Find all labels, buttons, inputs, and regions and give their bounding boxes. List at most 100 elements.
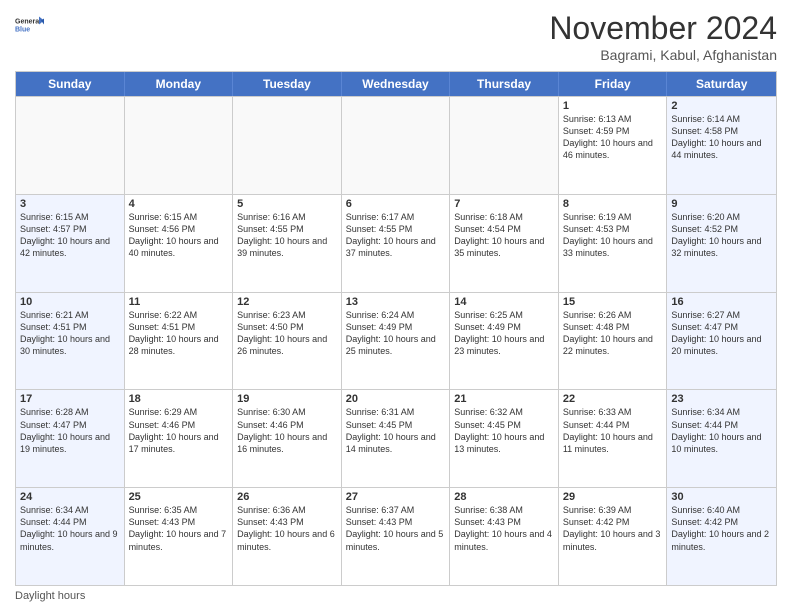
cal-cell: 3Sunrise: 6:15 AM Sunset: 4:57 PM Daylig…: [16, 195, 125, 292]
day-info: Sunrise: 6:34 AM Sunset: 4:44 PM Dayligh…: [671, 406, 772, 455]
day-number: 29: [563, 491, 663, 503]
cal-header-cell-monday: Monday: [125, 72, 234, 96]
cal-cell: [342, 97, 451, 194]
day-number: 9: [671, 198, 772, 210]
day-info: Sunrise: 6:22 AM Sunset: 4:51 PM Dayligh…: [129, 309, 229, 358]
day-info: Sunrise: 6:14 AM Sunset: 4:58 PM Dayligh…: [671, 113, 772, 162]
day-info: Sunrise: 6:29 AM Sunset: 4:46 PM Dayligh…: [129, 406, 229, 455]
cal-week-4: 24Sunrise: 6:34 AM Sunset: 4:44 PM Dayli…: [16, 487, 776, 585]
day-info: Sunrise: 6:34 AM Sunset: 4:44 PM Dayligh…: [20, 504, 120, 553]
cal-cell: 8Sunrise: 6:19 AM Sunset: 4:53 PM Daylig…: [559, 195, 668, 292]
day-info: Sunrise: 6:16 AM Sunset: 4:55 PM Dayligh…: [237, 211, 337, 260]
day-info: Sunrise: 6:27 AM Sunset: 4:47 PM Dayligh…: [671, 309, 772, 358]
day-number: 14: [454, 296, 554, 308]
cal-cell: 5Sunrise: 6:16 AM Sunset: 4:55 PM Daylig…: [233, 195, 342, 292]
cal-cell: 26Sunrise: 6:36 AM Sunset: 4:43 PM Dayli…: [233, 488, 342, 585]
header: GeneralBlue November 2024 Bagrami, Kabul…: [15, 10, 777, 63]
day-info: Sunrise: 6:15 AM Sunset: 4:56 PM Dayligh…: [129, 211, 229, 260]
day-number: 7: [454, 198, 554, 210]
day-number: 3: [20, 198, 120, 210]
day-number: 22: [563, 393, 663, 405]
cal-cell: 25Sunrise: 6:35 AM Sunset: 4:43 PM Dayli…: [125, 488, 234, 585]
cal-week-3: 17Sunrise: 6:28 AM Sunset: 4:47 PM Dayli…: [16, 389, 776, 487]
cal-header-cell-thursday: Thursday: [450, 72, 559, 96]
day-info: Sunrise: 6:39 AM Sunset: 4:42 PM Dayligh…: [563, 504, 663, 553]
month-title: November 2024: [549, 10, 777, 47]
cal-cell: 19Sunrise: 6:30 AM Sunset: 4:46 PM Dayli…: [233, 390, 342, 487]
cal-cell: 24Sunrise: 6:34 AM Sunset: 4:44 PM Dayli…: [16, 488, 125, 585]
day-info: Sunrise: 6:19 AM Sunset: 4:53 PM Dayligh…: [563, 211, 663, 260]
cal-cell: 18Sunrise: 6:29 AM Sunset: 4:46 PM Dayli…: [125, 390, 234, 487]
day-number: 13: [346, 296, 446, 308]
day-number: 24: [20, 491, 120, 503]
day-info: Sunrise: 6:35 AM Sunset: 4:43 PM Dayligh…: [129, 504, 229, 553]
cal-cell: 29Sunrise: 6:39 AM Sunset: 4:42 PM Dayli…: [559, 488, 668, 585]
cal-cell: 2Sunrise: 6:14 AM Sunset: 4:58 PM Daylig…: [667, 97, 776, 194]
cal-cell: 23Sunrise: 6:34 AM Sunset: 4:44 PM Dayli…: [667, 390, 776, 487]
day-info: Sunrise: 6:33 AM Sunset: 4:44 PM Dayligh…: [563, 406, 663, 455]
cal-week-1: 3Sunrise: 6:15 AM Sunset: 4:57 PM Daylig…: [16, 194, 776, 292]
calendar-header: SundayMondayTuesdayWednesdayThursdayFrid…: [16, 72, 776, 96]
day-info: Sunrise: 6:24 AM Sunset: 4:49 PM Dayligh…: [346, 309, 446, 358]
cal-cell: 22Sunrise: 6:33 AM Sunset: 4:44 PM Dayli…: [559, 390, 668, 487]
cal-cell: [16, 97, 125, 194]
day-info: Sunrise: 6:38 AM Sunset: 4:43 PM Dayligh…: [454, 504, 554, 553]
day-info: Sunrise: 6:25 AM Sunset: 4:49 PM Dayligh…: [454, 309, 554, 358]
page: GeneralBlue November 2024 Bagrami, Kabul…: [0, 0, 792, 612]
day-number: 17: [20, 393, 120, 405]
day-number: 18: [129, 393, 229, 405]
cal-cell: 4Sunrise: 6:15 AM Sunset: 4:56 PM Daylig…: [125, 195, 234, 292]
cal-cell: [125, 97, 234, 194]
day-info: Sunrise: 6:18 AM Sunset: 4:54 PM Dayligh…: [454, 211, 554, 260]
cal-cell: 16Sunrise: 6:27 AM Sunset: 4:47 PM Dayli…: [667, 293, 776, 390]
cal-cell: 20Sunrise: 6:31 AM Sunset: 4:45 PM Dayli…: [342, 390, 451, 487]
cal-header-cell-sunday: Sunday: [16, 72, 125, 96]
day-number: 25: [129, 491, 229, 503]
day-number: 12: [237, 296, 337, 308]
cal-cell: 13Sunrise: 6:24 AM Sunset: 4:49 PM Dayli…: [342, 293, 451, 390]
cal-cell: 28Sunrise: 6:38 AM Sunset: 4:43 PM Dayli…: [450, 488, 559, 585]
day-number: 4: [129, 198, 229, 210]
subtitle: Bagrami, Kabul, Afghanistan: [549, 47, 777, 63]
day-info: Sunrise: 6:20 AM Sunset: 4:52 PM Dayligh…: [671, 211, 772, 260]
day-number: 10: [20, 296, 120, 308]
cal-week-0: 1Sunrise: 6:13 AM Sunset: 4:59 PM Daylig…: [16, 96, 776, 194]
logo-icon: GeneralBlue: [15, 10, 45, 40]
day-number: 20: [346, 393, 446, 405]
day-number: 15: [563, 296, 663, 308]
calendar-body: 1Sunrise: 6:13 AM Sunset: 4:59 PM Daylig…: [16, 96, 776, 585]
day-info: Sunrise: 6:15 AM Sunset: 4:57 PM Dayligh…: [20, 211, 120, 260]
day-number: 19: [237, 393, 337, 405]
day-info: Sunrise: 6:13 AM Sunset: 4:59 PM Dayligh…: [563, 113, 663, 162]
cal-cell: 11Sunrise: 6:22 AM Sunset: 4:51 PM Dayli…: [125, 293, 234, 390]
cal-header-cell-friday: Friday: [559, 72, 668, 96]
day-info: Sunrise: 6:26 AM Sunset: 4:48 PM Dayligh…: [563, 309, 663, 358]
day-number: 21: [454, 393, 554, 405]
day-number: 26: [237, 491, 337, 503]
day-info: Sunrise: 6:37 AM Sunset: 4:43 PM Dayligh…: [346, 504, 446, 553]
title-block: November 2024 Bagrami, Kabul, Afghanista…: [549, 10, 777, 63]
day-info: Sunrise: 6:31 AM Sunset: 4:45 PM Dayligh…: [346, 406, 446, 455]
day-number: 6: [346, 198, 446, 210]
day-number: 28: [454, 491, 554, 503]
cal-cell: 15Sunrise: 6:26 AM Sunset: 4:48 PM Dayli…: [559, 293, 668, 390]
cal-cell: 7Sunrise: 6:18 AM Sunset: 4:54 PM Daylig…: [450, 195, 559, 292]
day-number: 8: [563, 198, 663, 210]
cal-cell: 12Sunrise: 6:23 AM Sunset: 4:50 PM Dayli…: [233, 293, 342, 390]
cal-header-cell-wednesday: Wednesday: [342, 72, 451, 96]
cal-header-cell-saturday: Saturday: [667, 72, 776, 96]
day-info: Sunrise: 6:21 AM Sunset: 4:51 PM Dayligh…: [20, 309, 120, 358]
cal-cell: [450, 97, 559, 194]
cal-header-cell-tuesday: Tuesday: [233, 72, 342, 96]
cal-cell: [233, 97, 342, 194]
cal-cell: 27Sunrise: 6:37 AM Sunset: 4:43 PM Dayli…: [342, 488, 451, 585]
cal-cell: 1Sunrise: 6:13 AM Sunset: 4:59 PM Daylig…: [559, 97, 668, 194]
cal-cell: 17Sunrise: 6:28 AM Sunset: 4:47 PM Dayli…: [16, 390, 125, 487]
day-number: 16: [671, 296, 772, 308]
day-number: 11: [129, 296, 229, 308]
day-info: Sunrise: 6:40 AM Sunset: 4:42 PM Dayligh…: [671, 504, 772, 553]
day-info: Sunrise: 6:32 AM Sunset: 4:45 PM Dayligh…: [454, 406, 554, 455]
day-info: Sunrise: 6:36 AM Sunset: 4:43 PM Dayligh…: [237, 504, 337, 553]
svg-text:Blue: Blue: [15, 27, 30, 34]
day-number: 27: [346, 491, 446, 503]
